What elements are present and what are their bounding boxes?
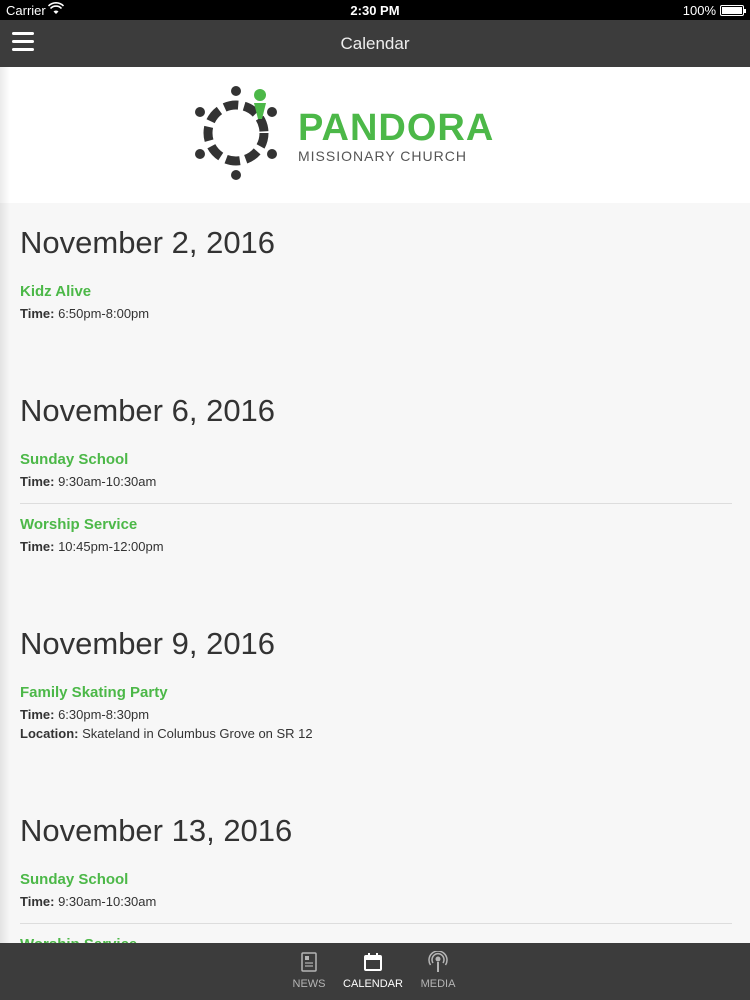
status-time: 2:30 PM	[350, 3, 400, 18]
day-date-heading: November 6, 2016	[20, 393, 276, 428]
event-time-line: Time: 9:30am-10:30am	[20, 894, 732, 909]
event-name-link[interactable]: Sunday School	[20, 451, 732, 468]
calendar-content[interactable]: PANDORA MISSIONARY CHURCH November 2, 20…	[0, 67, 750, 943]
event-time-line: Time: 10:45pm-12:00pm	[20, 539, 732, 554]
logo-emblem-icon	[195, 86, 277, 180]
event-time-line: Time: 6:50pm-8:00pm	[20, 306, 732, 321]
podcast-icon	[398, 951, 478, 973]
event-time-label: Time:	[20, 306, 55, 321]
status-bar: Carrier 2:30 PM 100%	[0, 0, 750, 20]
event-time-label: Time:	[20, 707, 55, 722]
day-block: November 9, 2016 Family Skating Party Time…	[20, 604, 732, 755]
day-date-heading: November 2, 2016	[20, 225, 276, 260]
event-item[interactable]: Worship Service Time: 10:45pm-12:00pm	[20, 516, 732, 568]
event-location-label: Location:	[20, 726, 79, 741]
day-date-heading: November 9, 2016	[20, 626, 276, 661]
event-time-label: Time:	[20, 474, 55, 489]
event-time-value: 10:45pm-12:00pm	[58, 539, 164, 554]
day-date-heading: November 13, 2016	[20, 813, 293, 848]
event-name-link[interactable]: Sunday School	[20, 871, 732, 888]
day-block: November 2, 2016 Kidz Alive Time: 6:50pm-8…	[20, 203, 732, 335]
event-name-link[interactable]: Kidz Alive	[20, 283, 732, 300]
event-location-line: Location: Skateland in Columbus Grove on…	[20, 726, 732, 741]
tab-media-label: MEDIA	[420, 978, 456, 990]
event-item[interactable]: Sunday School Time: 9:30am-10:30am	[20, 451, 732, 504]
event-name-link[interactable]: Worship Service	[20, 936, 732, 943]
event-time-value: 9:30am-10:30am	[58, 474, 157, 489]
event-name-link[interactable]: Worship Service	[20, 516, 732, 533]
event-time-value: 6:50pm-8:00pm	[58, 306, 150, 321]
event-time-value: 6:30pm-8:30pm	[58, 707, 150, 722]
tab-bar: NEWS CALENDAR MEDIA	[0, 943, 750, 1000]
battery-percent: 100%	[682, 3, 716, 18]
nav-bar: Calendar	[0, 20, 750, 67]
event-item[interactable]: Worship ServiceTime: 10:45pm-12:00pm	[20, 936, 732, 943]
day-block: November 13, 2016 Sunday School Time: 9:30…	[20, 791, 732, 943]
tab-media[interactable]: MEDIA	[398, 951, 478, 990]
logo-name: PANDORA	[298, 107, 495, 149]
event-time-label: Time:	[20, 894, 55, 909]
event-item[interactable]: Kidz Alive Time: 6:50pm-8:00pm	[20, 283, 732, 335]
logo-subtitle: MISSIONARY CHURCH	[298, 148, 467, 164]
event-location-value: Skateland in Columbus Grove on SR 12	[82, 726, 313, 741]
event-item[interactable]: Family Skating Party Time: 6:30pm-8:30pm L…	[20, 684, 732, 755]
event-time-value: 9:30am-10:30am	[58, 894, 157, 909]
event-name-link[interactable]: Family Skating Party	[20, 684, 732, 701]
church-logo: PANDORA MISSIONARY CHURCH	[0, 67, 750, 203]
event-time-line: Time: 9:30am-10:30am	[20, 474, 732, 489]
event-time-label: Time:	[20, 539, 55, 554]
page-title: Calendar	[340, 34, 410, 53]
day-block: November 6, 2016 Sunday School Time: 9:30a…	[20, 371, 732, 568]
event-list: November 2, 2016 Kidz Alive Time: 6:50pm-8…	[0, 203, 750, 943]
event-item[interactable]: Sunday School Time: 9:30am-10:30am	[20, 871, 732, 924]
event-time-line: Time: 6:30pm-8:30pm	[20, 707, 732, 722]
battery-icon	[720, 5, 746, 16]
